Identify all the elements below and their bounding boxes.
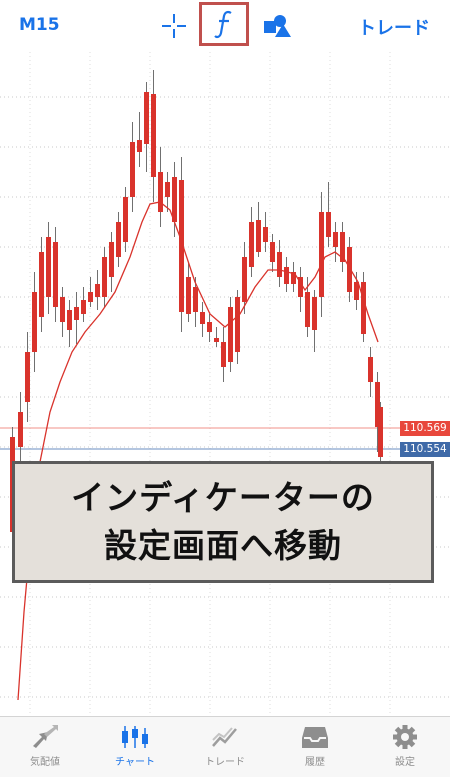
candle-body xyxy=(200,312,205,324)
shapes-icon[interactable] xyxy=(259,8,295,44)
candle-body xyxy=(193,287,198,312)
tab-chart-label: チャート xyxy=(115,757,155,768)
tab-trade[interactable]: トレード xyxy=(180,717,270,777)
candle-body xyxy=(186,277,191,314)
chart-icon xyxy=(122,726,148,748)
annotation-overlay: インディケーターの 設定画面へ移動 xyxy=(12,461,434,583)
annotation-line-1: インディケーターの xyxy=(71,478,375,517)
crosshair-icon[interactable] xyxy=(156,8,192,44)
price-tag-lower: 110.554 xyxy=(400,442,450,457)
candle-body xyxy=(18,412,23,447)
candle-body xyxy=(305,292,310,327)
candle-body xyxy=(228,307,233,362)
candle-body xyxy=(116,222,121,257)
candle-body xyxy=(256,220,261,252)
candle-body xyxy=(74,307,79,320)
indicator-button[interactable] xyxy=(199,2,249,46)
tab-chart[interactable]: チャート xyxy=(90,717,180,777)
candle-body xyxy=(102,257,107,297)
candle-body xyxy=(333,232,338,247)
candle-body xyxy=(109,242,114,277)
timeframe-button[interactable]: M15 xyxy=(19,15,60,35)
top-toolbar: M15 トレード xyxy=(0,0,450,52)
candle-body xyxy=(214,338,219,342)
candle-body xyxy=(39,252,44,317)
candle-body xyxy=(312,297,317,330)
candle-body xyxy=(235,297,240,352)
candle-body xyxy=(172,177,177,222)
function-icon xyxy=(214,10,232,39)
tab-settings[interactable]: 設定 xyxy=(360,717,450,777)
candle-body xyxy=(95,284,100,297)
candle-body xyxy=(81,300,86,314)
candle-body xyxy=(165,182,170,197)
chart-canvas xyxy=(0,52,450,716)
candle-body xyxy=(242,257,247,302)
candle-body xyxy=(46,237,51,297)
tab-history[interactable]: 履歴 xyxy=(270,717,360,777)
settings-icon xyxy=(393,725,417,749)
tab-history-label: 履歴 xyxy=(305,757,325,768)
candle-body xyxy=(130,142,135,197)
candle-body xyxy=(60,297,65,322)
candle-body xyxy=(25,352,30,402)
candle-body xyxy=(284,267,289,284)
candle-body xyxy=(123,197,128,242)
quotes-icon xyxy=(33,725,58,748)
history-icon xyxy=(302,727,328,748)
tab-quotes[interactable]: 気配値 xyxy=(0,717,90,777)
candle-body xyxy=(319,212,324,297)
price-tag-upper: 110.569 xyxy=(400,421,450,436)
candle-body xyxy=(88,292,93,302)
trade-link[interactable]: トレード xyxy=(358,14,430,40)
candle-body xyxy=(53,242,58,307)
tab-trade-label: トレード xyxy=(205,757,245,768)
price-chart[interactable]: 110.569 110.554 xyxy=(0,52,450,716)
candle-body xyxy=(221,342,226,367)
candle-body xyxy=(263,227,268,242)
candle-body xyxy=(249,222,254,267)
tab-settings-label: 設定 xyxy=(395,757,415,768)
candle-body xyxy=(368,357,373,382)
bottom-tab-bar: 気配値 チャート トレード 履歴 設定 xyxy=(0,716,450,777)
candle-body xyxy=(151,94,156,177)
candle-body xyxy=(158,172,163,212)
candle-body xyxy=(137,140,142,152)
candle-body xyxy=(207,322,212,332)
candle-body xyxy=(32,292,37,352)
candle-body xyxy=(144,92,149,144)
candle-body xyxy=(67,310,72,330)
candle-body xyxy=(326,212,331,237)
tab-quotes-label: 気配値 xyxy=(30,757,60,768)
trade-icon xyxy=(212,727,237,747)
annotation-line-2: 設定画面へ移動 xyxy=(104,526,342,565)
candle-body xyxy=(378,407,383,457)
candle-body xyxy=(270,242,275,262)
candle-body xyxy=(361,282,366,334)
candle-body xyxy=(277,252,282,277)
